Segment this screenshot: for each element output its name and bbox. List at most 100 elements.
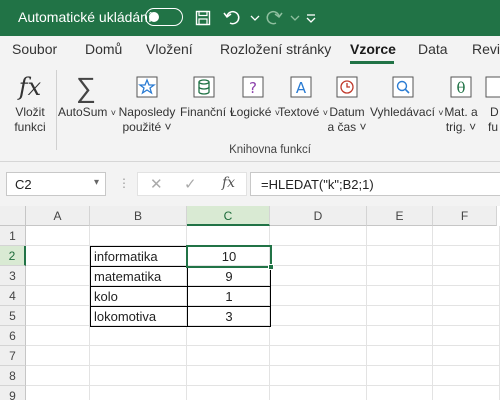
empty-cell[interactable] xyxy=(270,226,367,246)
empty-cell[interactable] xyxy=(433,386,500,400)
empty-cell[interactable] xyxy=(367,326,433,346)
enter-icon[interactable]: ✓ xyxy=(184,175,197,193)
select-all-corner[interactable] xyxy=(0,206,26,226)
empty-cell[interactable] xyxy=(270,386,367,400)
chevron-down-icon[interactable]: ▾ xyxy=(94,177,99,188)
empty-cell[interactable] xyxy=(26,346,90,366)
math-trig-button[interactable]: θ Mat. a trig. ˅ xyxy=(440,70,482,135)
empty-cell[interactable] xyxy=(26,266,90,286)
empty-cell[interactable] xyxy=(270,286,367,306)
row-header-9[interactable]: 9 xyxy=(0,386,26,400)
row-header-1[interactable]: 1 xyxy=(0,226,26,246)
empty-cell[interactable] xyxy=(26,306,90,326)
empty-cell[interactable] xyxy=(433,306,500,326)
empty-cell[interactable] xyxy=(187,226,270,246)
formula-input[interactable]: =HLEDAT("k";B2;1) xyxy=(250,172,500,196)
row-header-3[interactable]: 3 xyxy=(0,266,26,286)
tab-rozlozeni-stranky[interactable]: Rozložení stránky xyxy=(220,41,331,57)
cell-b5[interactable]: lokomotiva xyxy=(90,306,188,327)
cell-b3[interactable]: matematika xyxy=(90,266,188,287)
cancel-icon[interactable]: ✕ xyxy=(150,175,163,193)
customize-quick-access-icon[interactable] xyxy=(300,7,322,29)
empty-cell[interactable] xyxy=(270,326,367,346)
more-options-icon[interactable]: ⋮ xyxy=(118,176,130,190)
tab-data[interactable]: Data xyxy=(418,41,448,57)
empty-cell[interactable] xyxy=(433,366,500,386)
empty-cell[interactable] xyxy=(26,226,90,246)
more-functions-button[interactable]: D fu xyxy=(484,70,500,135)
autosave-toggle[interactable] xyxy=(145,8,183,26)
empty-cell[interactable] xyxy=(367,226,433,246)
logical-button[interactable]: ? Logické ˅ xyxy=(230,70,280,121)
empty-cell[interactable] xyxy=(90,346,187,366)
empty-cell[interactable] xyxy=(26,326,90,346)
cell-c5[interactable]: 3 xyxy=(187,306,271,327)
empty-cell[interactable] xyxy=(187,346,270,366)
empty-cell[interactable] xyxy=(187,386,270,400)
empty-cell[interactable] xyxy=(90,386,187,400)
undo-icon[interactable] xyxy=(222,7,244,29)
redo-icon[interactable] xyxy=(262,7,284,29)
empty-cell[interactable] xyxy=(433,246,500,266)
tab-vlozeni[interactable]: Vložení xyxy=(146,41,193,57)
cell-b2[interactable]: informatika xyxy=(90,246,188,267)
row-header-7[interactable]: 7 xyxy=(0,346,26,366)
tab-revize[interactable]: Revize xyxy=(472,41,500,57)
empty-cell[interactable] xyxy=(90,226,187,246)
empty-cell[interactable] xyxy=(26,386,90,400)
empty-cell[interactable] xyxy=(270,366,367,386)
empty-cell[interactable] xyxy=(90,326,187,346)
empty-cell[interactable] xyxy=(26,286,90,306)
row-header-6[interactable]: 6 xyxy=(0,326,26,346)
col-header-f[interactable]: F xyxy=(433,206,497,226)
col-header-b[interactable]: B xyxy=(90,206,187,226)
autosum-button[interactable]: ∑ AutoSum ˅ xyxy=(58,70,116,121)
empty-cell[interactable] xyxy=(367,306,433,326)
empty-cell[interactable] xyxy=(367,246,433,266)
cell-c2[interactable]: 10 xyxy=(187,246,271,267)
cell-c3[interactable]: 9 xyxy=(187,266,271,287)
empty-cell[interactable] xyxy=(187,326,270,346)
name-box[interactable]: C2 ▾ xyxy=(6,172,106,196)
col-header-c[interactable]: C xyxy=(187,206,270,226)
empty-cell[interactable] xyxy=(90,366,187,386)
row-header-5[interactable]: 5 xyxy=(0,306,26,326)
row-header-4[interactable]: 4 xyxy=(0,286,26,306)
empty-cell[interactable] xyxy=(433,326,500,346)
empty-cell[interactable] xyxy=(270,346,367,366)
empty-cell[interactable] xyxy=(270,306,367,326)
tab-vzorce[interactable]: Vzorce xyxy=(350,41,396,57)
tab-domu[interactable]: Domů xyxy=(85,41,122,57)
date-time-button[interactable]: Datum a čas ˅ xyxy=(326,70,368,135)
empty-cell[interactable] xyxy=(187,366,270,386)
cell-c4[interactable]: 1 xyxy=(187,286,271,307)
empty-cell[interactable] xyxy=(433,286,500,306)
empty-cell[interactable] xyxy=(26,366,90,386)
financial-button[interactable]: Finanční ˅ xyxy=(180,70,235,121)
recently-used-button[interactable]: Naposledy použité ˅ xyxy=(116,70,178,135)
insert-function-icon[interactable]: fx xyxy=(222,175,235,191)
empty-cell[interactable] xyxy=(433,266,500,286)
save-icon[interactable] xyxy=(192,7,214,29)
empty-cell[interactable] xyxy=(367,346,433,366)
empty-cell[interactable] xyxy=(270,266,367,286)
lookup-button[interactable]: Vyhledávací ˅ xyxy=(370,70,444,121)
empty-cell[interactable] xyxy=(367,366,433,386)
insert-function-button[interactable]: fx Vložit funkci xyxy=(8,70,52,135)
empty-cell[interactable] xyxy=(367,386,433,400)
row-header-2[interactable]: 2 xyxy=(0,246,26,266)
empty-cell[interactable] xyxy=(367,266,433,286)
tab-soubor[interactable]: Soubor xyxy=(12,41,57,57)
col-header-e[interactable]: E xyxy=(367,206,433,226)
empty-cell[interactable] xyxy=(433,226,500,246)
empty-cell[interactable] xyxy=(26,246,90,266)
row-header-8[interactable]: 8 xyxy=(0,366,26,386)
empty-cell[interactable] xyxy=(433,346,500,366)
col-header-d[interactable]: D xyxy=(270,206,367,226)
sum-icon: ∑ xyxy=(76,71,96,103)
cell-b4[interactable]: kolo xyxy=(90,286,188,307)
col-header-a[interactable]: A xyxy=(26,206,90,226)
empty-cell[interactable] xyxy=(270,246,367,266)
empty-cell[interactable] xyxy=(367,286,433,306)
text-button[interactable]: A Textové ˅ xyxy=(278,70,328,121)
